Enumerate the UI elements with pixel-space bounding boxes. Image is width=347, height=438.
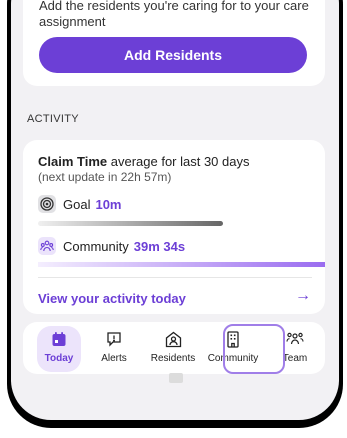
app-screen: Add the residents you're caring for to y… <box>11 0 339 420</box>
activity-section-label: ACTIVITY <box>27 113 79 125</box>
claim-time-title: Claim Time average for last 30 days <box>38 154 249 169</box>
tab-today[interactable]: Today <box>31 326 87 372</box>
add-residents-description: Add the residents you're caring for to y… <box>39 0 309 29</box>
home-indicator <box>169 373 183 383</box>
target-icon <box>38 195 56 213</box>
goal-progress-bar <box>38 221 223 226</box>
goal-value: 10m <box>95 196 122 212</box>
arrow-right-icon[interactable]: → <box>295 287 311 305</box>
tab-residents-label: Residents <box>150 353 196 364</box>
residents-icon <box>145 328 201 350</box>
goal-row: Goal 10m <box>38 194 122 214</box>
tab-residents[interactable]: Residents <box>145 326 201 370</box>
community-row: Community 39m 34s <box>38 236 185 256</box>
view-activity-link[interactable]: View your activity today <box>38 291 186 306</box>
claim-time-subtitle: (next update in 22h 57m) <box>38 170 172 184</box>
community-progress-bar <box>38 262 325 267</box>
community-people-icon <box>38 237 56 255</box>
tab-today-label: Today <box>44 353 74 364</box>
activity-divider <box>38 277 312 278</box>
tab-alerts-label: Alerts <box>101 353 127 364</box>
community-value: 39m 34s <box>133 238 186 254</box>
alert-message-icon <box>86 328 142 350</box>
calendar-icon <box>31 328 87 350</box>
claim-time-title-rest: average for last 30 days <box>107 154 250 169</box>
claim-time-title-bold: Claim Time <box>38 154 108 169</box>
activity-card: Claim Time average for last 30 days (nex… <box>23 140 325 314</box>
phone-frame: Add the residents you're caring for to y… <box>7 0 343 428</box>
tab-alerts[interactable]: Alerts <box>86 326 142 370</box>
add-residents-card: Add the residents you're caring for to y… <box>23 0 325 86</box>
goal-label: Goal <box>63 196 91 212</box>
community-tab-focus-ring <box>223 324 285 374</box>
community-label: Community <box>63 238 129 254</box>
add-residents-button[interactable]: Add Residents <box>39 37 307 73</box>
